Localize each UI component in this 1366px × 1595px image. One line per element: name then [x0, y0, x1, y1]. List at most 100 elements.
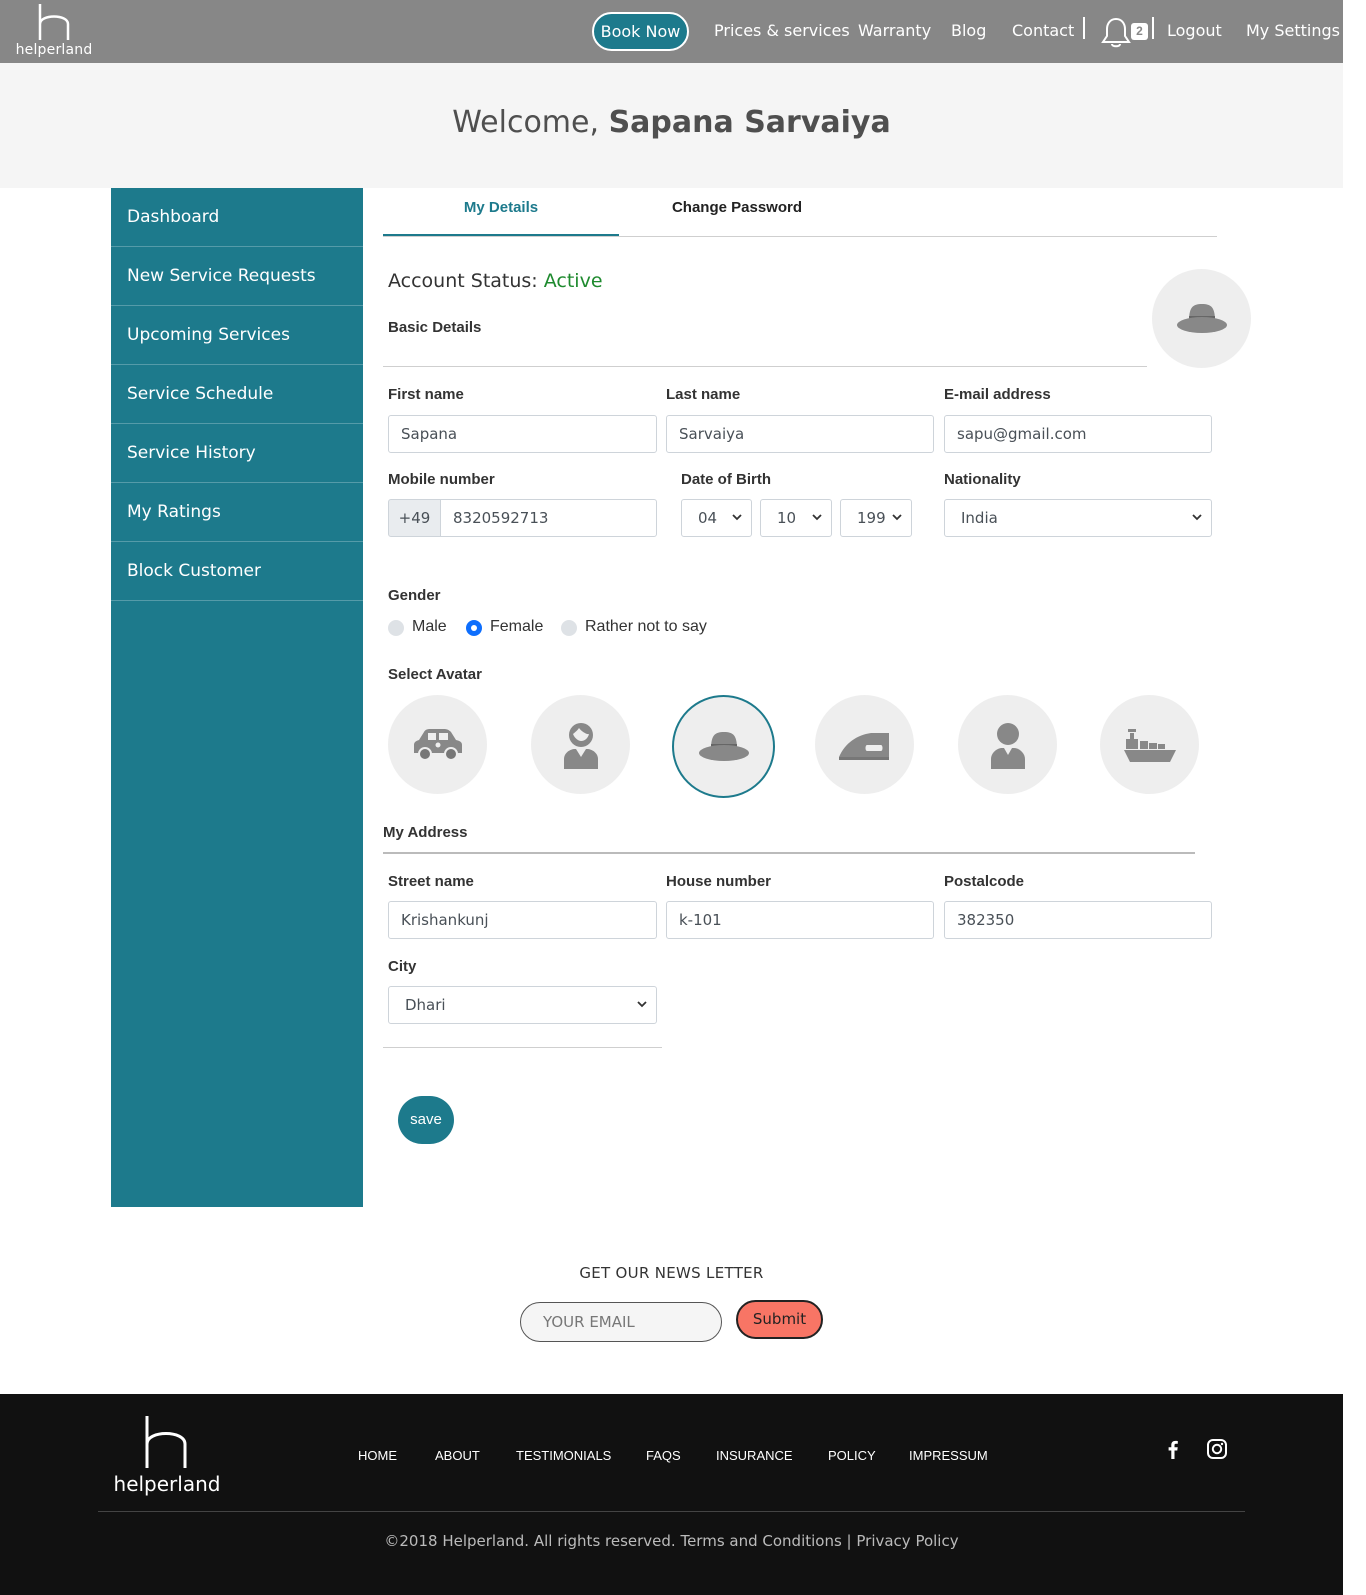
mobile-input[interactable]: 8320592713 — [440, 499, 657, 537]
newsletter-email-input[interactable]: YOUR EMAIL — [520, 1302, 722, 1342]
sidebar-item-service-history[interactable]: Service History — [111, 424, 363, 483]
dob-month-select[interactable]: 10 — [760, 499, 832, 537]
footer-logo-text: helperland — [113, 1472, 221, 1496]
dob-day-value: 04 — [698, 509, 718, 527]
dob-label: Date of Birth — [681, 471, 771, 488]
gender-label: Gender — [388, 587, 441, 604]
city-value: Dhari — [405, 996, 446, 1014]
car-icon — [413, 728, 462, 761]
nav-divider — [1152, 17, 1154, 39]
newsletter-submit-button[interactable]: Submit — [736, 1300, 823, 1339]
email-input[interactable]: sapu@gmail.com — [944, 415, 1212, 453]
footer-link-impressum[interactable]: IMPRESSUM — [909, 1448, 988, 1463]
sidebar: Dashboard New Service Requests Upcoming … — [111, 188, 363, 1207]
tab-my-details[interactable]: My Details — [383, 188, 619, 237]
male-user-icon — [990, 722, 1025, 769]
account-status-label: Account Status: — [388, 270, 544, 292]
dob-month-value: 10 — [777, 509, 797, 527]
chevron-down-icon — [812, 514, 822, 521]
avatar-option-female[interactable] — [531, 695, 630, 794]
select-avatar-label: Select Avatar — [388, 666, 482, 683]
save-button[interactable]: save — [398, 1096, 454, 1144]
gender-rather-not-label[interactable]: Rather not to say — [585, 618, 707, 636]
postalcode-input[interactable]: 382350 — [944, 901, 1212, 939]
avatar-option-hat[interactable] — [672, 695, 775, 798]
footer-link-insurance[interactable]: INSURANCE — [716, 1448, 793, 1463]
footer-link-about[interactable]: ABOUT — [435, 1448, 480, 1463]
helperland-logo[interactable]: helperland — [14, 4, 94, 58]
logo-mark-icon — [38, 4, 70, 40]
nationality-select[interactable]: India — [944, 499, 1212, 537]
gender-male-radio[interactable] — [388, 620, 404, 636]
profile-avatar — [1152, 269, 1251, 368]
footer-logo[interactable]: helperland — [112, 1416, 222, 1496]
footer-link-policy[interactable]: POLICY — [828, 1448, 876, 1463]
tabs-divider — [383, 236, 1217, 237]
gender-male-label[interactable]: Male — [412, 618, 447, 636]
chevron-down-icon — [637, 1001, 647, 1008]
nav-contact[interactable]: Contact — [1012, 21, 1074, 40]
last-name-label: Last name — [666, 386, 741, 403]
sidebar-item-dashboard[interactable]: Dashboard — [111, 188, 363, 247]
navbar: helperland Book Now Prices & services Wa… — [0, 0, 1343, 63]
welcome-banner: Welcome, Sapana Sarvaiya — [0, 63, 1343, 188]
notification-badge: 2 — [1131, 23, 1148, 40]
street-name-input[interactable]: Krishankunj — [388, 901, 657, 939]
copyright-text: ©2018 Helperland. All rights reserved. T… — [384, 1532, 959, 1550]
footer-link-faqs[interactable]: FAQS — [646, 1448, 681, 1463]
dob-year-select[interactable]: 199 — [840, 499, 912, 537]
welcome-prefix: Welcome, — [452, 105, 609, 140]
nav-logout[interactable]: Logout — [1167, 21, 1222, 40]
welcome-heading: Welcome, Sapana Sarvaiya — [0, 105, 1343, 140]
mobile-label: Mobile number — [388, 471, 495, 488]
dob-day-select[interactable]: 04 — [681, 499, 752, 537]
my-address-title: My Address — [383, 824, 468, 841]
welcome-user-name: Sapana Sarvaiya — [608, 105, 891, 140]
avatar-option-male[interactable] — [958, 695, 1057, 794]
nav-my-settings[interactable]: My Settings — [1246, 21, 1340, 40]
logo-text: helperland — [15, 42, 93, 58]
form-end-divider — [383, 1047, 662, 1048]
gender-rather-not-radio[interactable] — [561, 620, 577, 636]
nav-blog[interactable]: Blog — [951, 21, 986, 40]
book-now-button[interactable]: Book Now — [592, 12, 689, 51]
hat-icon — [698, 731, 749, 761]
address-divider — [383, 852, 1195, 854]
house-number-input[interactable]: k-101 — [666, 901, 934, 939]
postalcode-label: Postalcode — [944, 873, 1025, 890]
avatar-option-iron[interactable] — [815, 695, 914, 794]
tab-change-password[interactable]: Change Password — [619, 188, 855, 237]
sidebar-item-block-customer[interactable]: Block Customer — [111, 542, 363, 601]
gender-female-radio[interactable] — [466, 620, 482, 636]
account-status: Account Status: Active — [388, 270, 603, 292]
iron-icon — [838, 732, 889, 760]
instagram-icon[interactable] — [1206, 1438, 1228, 1460]
hat-icon — [1176, 303, 1227, 333]
ship-icon — [1123, 728, 1176, 762]
chevron-down-icon — [892, 514, 902, 521]
gender-female-label[interactable]: Female — [490, 618, 543, 636]
first-name-input[interactable]: Sapana — [388, 415, 657, 453]
first-name-label: First name — [388, 386, 464, 403]
basic-details-divider — [383, 366, 1147, 367]
footer-link-testimonials[interactable]: TESTIMONIALS — [516, 1448, 611, 1463]
avatar-option-car[interactable] — [388, 695, 487, 794]
nav-warranty[interactable]: Warranty — [858, 21, 931, 40]
sidebar-item-my-ratings[interactable]: My Ratings — [111, 483, 363, 542]
nav-prices-services[interactable]: Prices & services — [714, 21, 850, 40]
nationality-value: India — [961, 509, 998, 527]
sidebar-item-new-service-requests[interactable]: New Service Requests — [111, 247, 363, 306]
street-name-label: Street name — [388, 873, 474, 890]
logo-mark-icon — [145, 1416, 187, 1468]
dob-year-value: 199 — [857, 509, 886, 527]
footer: helperland HOME ABOUT TESTIMONIALS FAQS … — [0, 1394, 1343, 1595]
facebook-icon[interactable] — [1162, 1438, 1184, 1460]
footer-link-home[interactable]: HOME — [358, 1448, 397, 1463]
avatar-option-ship[interactable] — [1100, 695, 1199, 794]
last-name-input[interactable]: Sarvaiya — [666, 415, 934, 453]
bell-icon[interactable] — [1101, 16, 1131, 48]
city-select[interactable]: Dhari — [388, 986, 657, 1024]
account-status-value: Active — [543, 270, 603, 292]
sidebar-item-service-schedule[interactable]: Service Schedule — [111, 365, 363, 424]
sidebar-item-upcoming-services[interactable]: Upcoming Services — [111, 306, 363, 365]
